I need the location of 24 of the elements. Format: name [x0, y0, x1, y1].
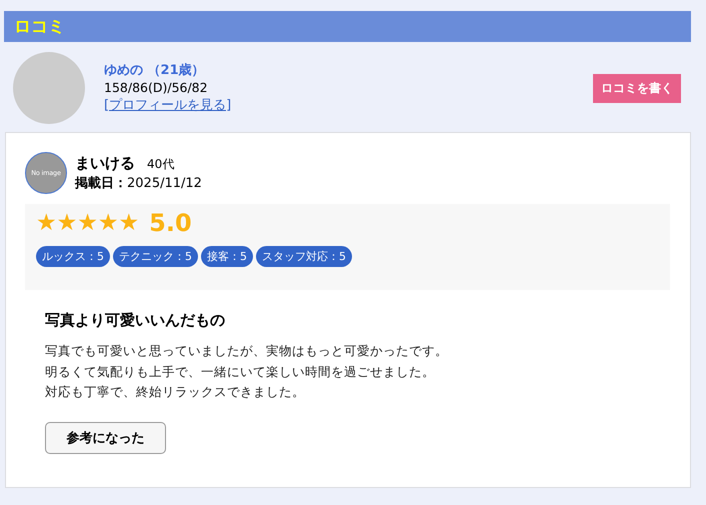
star-icon: ★: [56, 208, 78, 238]
star-icon: ★: [98, 208, 118, 238]
reviewer-name: まいける: [75, 154, 135, 172]
measurements: 158/86(D)/56/82: [104, 79, 209, 96]
rating-score: 5.0: [149, 209, 192, 237]
profile-link[interactable]: [プロフィールを見る]: [104, 98, 232, 113]
profile-name: ゆめの （21歳）: [104, 62, 206, 79]
date-label: 掲載日：: [75, 174, 127, 192]
reviewer-age: 40代: [147, 156, 174, 172]
review-text: 写真でも可愛いと思っていましたが、実物はもっと可愛かったです。: [45, 342, 449, 360]
rating-tag: 接客：5: [201, 246, 253, 267]
star-icon: ★: [77, 208, 98, 238]
review-text: 対応も丁寧で、終始リラックスできました。: [45, 383, 306, 401]
write-review-button[interactable]: ロコミを書く: [593, 74, 681, 102]
section-title: ロコミ: [14, 16, 65, 38]
review-title: 写真より可愛いいんだもの: [45, 311, 226, 330]
review-text: 明るくて気配りも上手で、一緒にいて楽しい時間を過ごせました。: [45, 362, 436, 380]
rating-tag: スタッフ対応：5: [256, 246, 352, 267]
star-icon: ★: [118, 208, 140, 238]
helpful-button[interactable]: 参考になった: [45, 422, 166, 454]
rating-tag: ルックス：5: [36, 246, 110, 267]
rating-tag: テクニック：5: [113, 246, 198, 267]
review-date: 2025/11/12: [127, 174, 202, 192]
star-icon: ★: [36, 208, 57, 238]
